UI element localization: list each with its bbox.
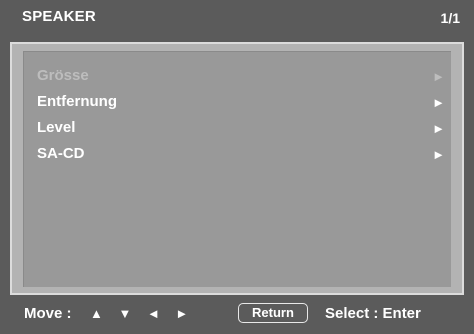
return-button[interactable]: Return	[238, 303, 308, 323]
menu-list: Grösse ► Entfernung ► Level ► SA-CD ►	[23, 51, 451, 287]
help-footer: Move : ▲ ▼ ◄ ► Return Select : Enter	[0, 300, 474, 330]
menu-item-label: Entfernung	[37, 93, 117, 110]
submenu-arrow-icon: ►	[432, 95, 445, 110]
submenu-arrow-icon: ►	[432, 69, 445, 84]
screen-title: SPEAKER	[22, 8, 96, 25]
menu-item-entfernung[interactable]: Entfernung ►	[24, 88, 451, 114]
menu-item-sa-cd[interactable]: SA-CD ►	[24, 140, 451, 166]
direction-arrows-icon: ▲ ▼ ◄ ►	[90, 306, 195, 321]
menu-item-label: SA-CD	[37, 145, 85, 162]
page-indicator: 1/1	[440, 10, 460, 26]
select-hint-label: Select : Enter	[325, 305, 421, 322]
menu-item-label: Grösse	[37, 67, 89, 84]
submenu-arrow-icon: ►	[432, 147, 445, 162]
menu-item-level[interactable]: Level ►	[24, 114, 451, 140]
move-hint-label: Move :	[24, 305, 72, 322]
menu-item-label: Level	[37, 119, 76, 136]
screen-header: SPEAKER 1/1	[0, 0, 474, 36]
menu-panel: Grösse ► Entfernung ► Level ► SA-CD ►	[10, 42, 464, 295]
submenu-arrow-icon: ►	[432, 121, 445, 136]
menu-item-groesse: Grösse ►	[24, 62, 451, 88]
